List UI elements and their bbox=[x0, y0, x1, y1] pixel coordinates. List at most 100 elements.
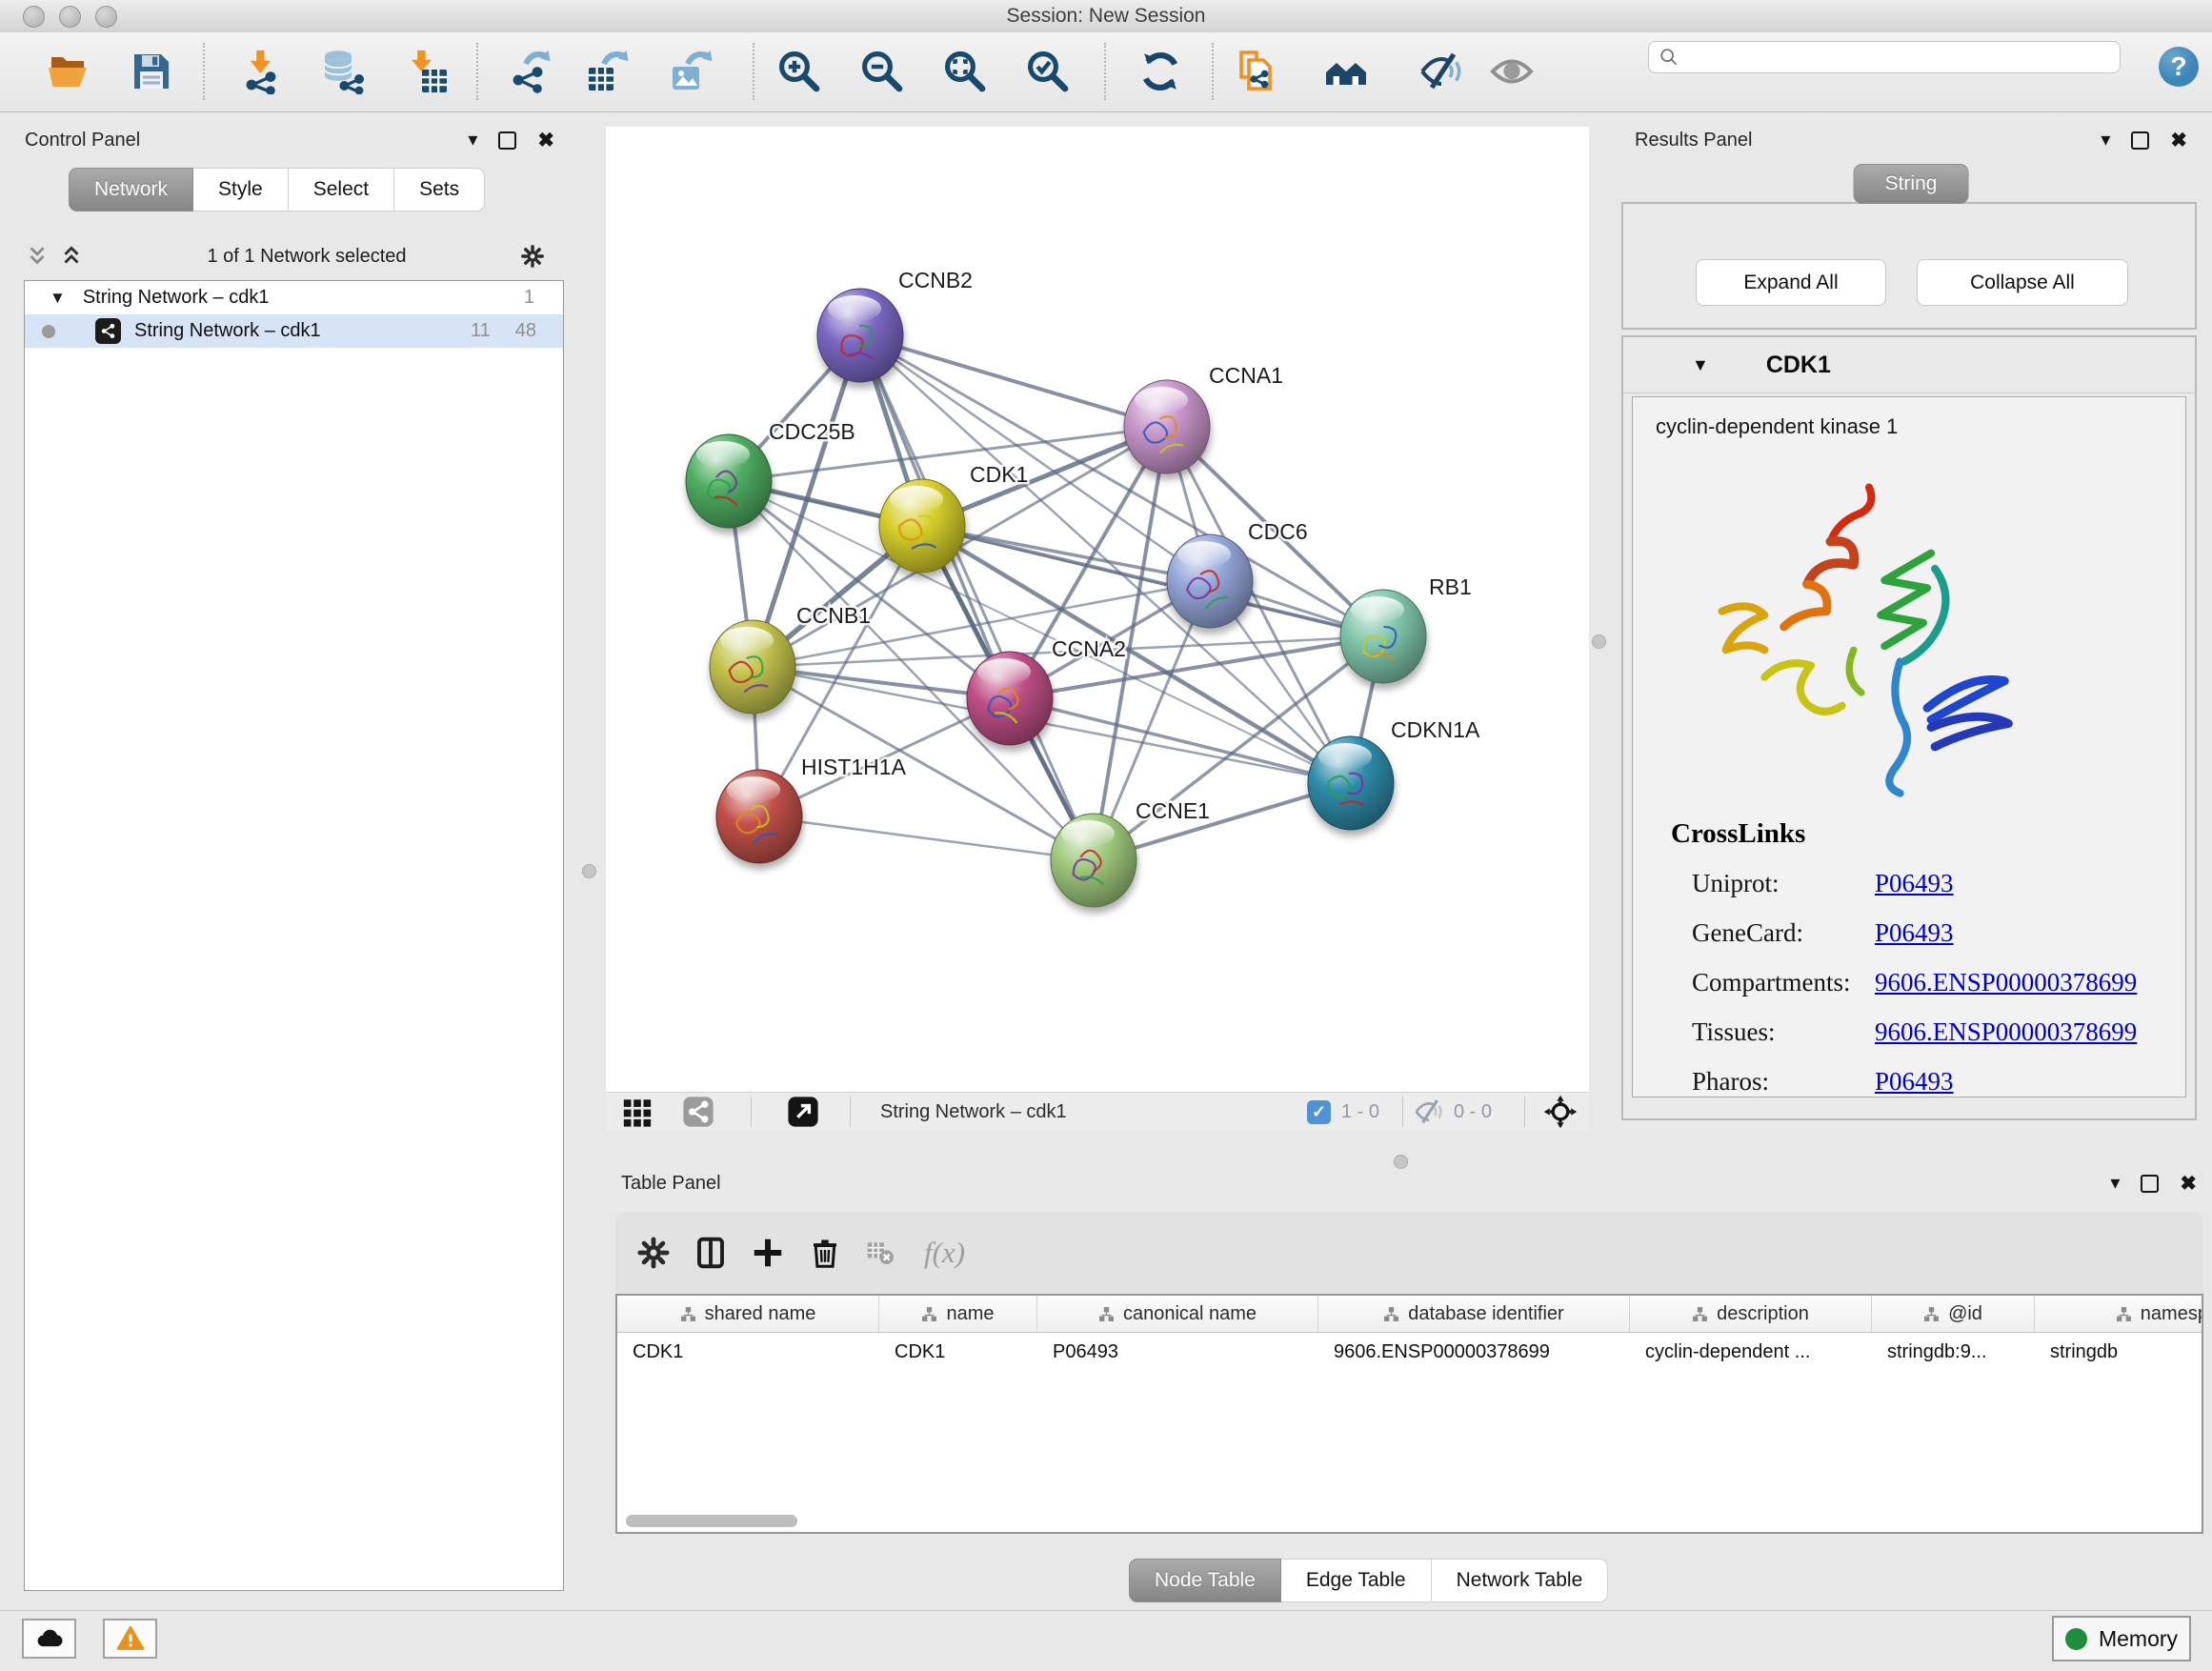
tab-network[interactable]: Network bbox=[69, 168, 193, 211]
warnings-button[interactable] bbox=[103, 1619, 157, 1659]
selected-checkbox-icon[interactable]: ✓ bbox=[1307, 1093, 1331, 1131]
column-header-namespace[interactable]: namespace bbox=[2035, 1296, 2203, 1332]
column-header-name[interactable]: name bbox=[879, 1296, 1037, 1332]
create-column-plus-icon[interactable] bbox=[751, 1236, 785, 1270]
function-builder-button[interactable]: f(x) bbox=[924, 1236, 965, 1270]
search-field[interactable] bbox=[1648, 41, 2121, 73]
table-cell[interactable]: 9606.ENSP00000378699 bbox=[1318, 1341, 1630, 1363]
import-network-button[interactable] bbox=[238, 49, 284, 94]
zoom-window-button[interactable] bbox=[95, 6, 117, 28]
network-options-gear-icon[interactable] bbox=[520, 244, 545, 269]
zoom-out-button[interactable] bbox=[859, 49, 905, 94]
memory-button[interactable]: Memory bbox=[2052, 1616, 2191, 1661]
crosslink-value-link[interactable]: P06493 bbox=[1875, 1067, 1954, 1097]
close-window-button[interactable] bbox=[23, 6, 45, 28]
close-panel-icon[interactable]: ✖ bbox=[2180, 1174, 2197, 1194]
protein-card-header[interactable]: ▼ CDK1 bbox=[1623, 337, 2195, 393]
hidden-eye-slash-icon[interactable] bbox=[1414, 1093, 1444, 1131]
grid-view-button[interactable] bbox=[621, 1093, 654, 1131]
network-node-CDKN1A[interactable]: CDKN1A bbox=[1308, 717, 1480, 830]
protein-expander-icon[interactable]: ▼ bbox=[1692, 355, 1709, 375]
expand-all-button[interactable]: Expand All bbox=[1696, 259, 1886, 306]
tab-network-table[interactable]: Network Table bbox=[1432, 1559, 1609, 1602]
horizontal-scrollbar-thumb[interactable] bbox=[626, 1515, 797, 1527]
cloud-status-button[interactable] bbox=[22, 1619, 76, 1659]
network-canvas[interactable]: CCNB2CCNA1CDC25BCDK1CDC6RB1CCNB1CCNA2CDK… bbox=[606, 127, 1589, 1092]
table-cell[interactable]: cyclin-dependent ... bbox=[1630, 1341, 1872, 1363]
search-input[interactable] bbox=[1687, 46, 2110, 69]
open-in-browser-button[interactable] bbox=[787, 1093, 819, 1131]
right-splitter-handle[interactable] bbox=[1592, 634, 1606, 649]
collapse-panel-icon[interactable]: ▾ bbox=[468, 131, 477, 150]
collapse-panel-icon[interactable]: ▾ bbox=[2110, 1174, 2120, 1193]
column-header-@id[interactable]: @id bbox=[1872, 1296, 2035, 1332]
table-row[interactable]: CDK1CDK1P064939606.ENSP00000378699cyclin… bbox=[617, 1333, 2202, 1371]
export-network-button[interactable] bbox=[507, 49, 553, 94]
collapse-panel-icon[interactable]: ▾ bbox=[2101, 131, 2110, 150]
network-share-view-button[interactable] bbox=[682, 1093, 714, 1131]
export-image-button[interactable] bbox=[669, 49, 714, 94]
show-all-button[interactable] bbox=[1489, 49, 1535, 94]
zoom-in-button[interactable] bbox=[776, 49, 822, 94]
collapse-all-networks-icon[interactable] bbox=[59, 244, 84, 269]
zoom-selected-button[interactable] bbox=[1025, 49, 1071, 94]
tab-style[interactable]: Style bbox=[193, 168, 289, 211]
help-button[interactable]: ? bbox=[2159, 47, 2199, 87]
apply-layout-button[interactable] bbox=[1137, 49, 1183, 94]
crosslink-value-link[interactable]: 9606.ENSP00000378699 bbox=[1875, 1017, 2137, 1047]
refresh-icon bbox=[1137, 49, 1183, 94]
network-edges[interactable] bbox=[729, 335, 1383, 860]
expand-all-networks-icon[interactable] bbox=[25, 244, 50, 269]
network-node-CCNA1[interactable]: CCNA1 bbox=[1124, 363, 1283, 473]
column-header-description[interactable]: description bbox=[1630, 1296, 1872, 1332]
tab-string[interactable]: String bbox=[1854, 164, 1969, 204]
float-panel-icon[interactable] bbox=[2131, 131, 2149, 150]
export-table-button[interactable] bbox=[585, 49, 631, 94]
first-neighbors-button[interactable] bbox=[1323, 49, 1369, 94]
network-node-CDK1[interactable]: CDK1 bbox=[879, 462, 1028, 573]
crosslink-value-link[interactable]: 9606.ENSP00000378699 bbox=[1875, 968, 2137, 997]
left-splitter-handle[interactable] bbox=[582, 864, 596, 878]
tab-node-table[interactable]: Node Table bbox=[1129, 1559, 1281, 1602]
network-node-HIST1H1A[interactable]: HIST1H1A bbox=[716, 755, 907, 863]
import-table-button[interactable] bbox=[405, 49, 451, 94]
float-panel-icon[interactable] bbox=[498, 131, 516, 150]
open-session-button[interactable] bbox=[46, 49, 91, 94]
save-session-button[interactable] bbox=[129, 49, 174, 94]
tab-edge-table[interactable]: Edge Table bbox=[1281, 1559, 1432, 1602]
export-network-icon bbox=[507, 49, 553, 94]
birds-eye-view-button[interactable] bbox=[1543, 1093, 1578, 1131]
network-node-CDC25B[interactable]: CDC25B bbox=[686, 419, 855, 528]
hide-selected-button[interactable] bbox=[1418, 49, 1464, 94]
network-node-RB1[interactable]: RB1 bbox=[1340, 574, 1472, 683]
table-cell[interactable]: P06493 bbox=[1037, 1341, 1318, 1363]
crosslink-value-link[interactable]: P06493 bbox=[1875, 869, 1954, 898]
minimize-window-button[interactable] bbox=[59, 6, 81, 28]
table-options-gear-icon[interactable] bbox=[636, 1236, 671, 1270]
duplicate-network-button[interactable] bbox=[1236, 49, 1281, 94]
zoom-fit-button[interactable] bbox=[942, 49, 988, 94]
crosslink-value-link[interactable]: P06493 bbox=[1875, 918, 1954, 948]
clear-table-icon[interactable] bbox=[865, 1238, 895, 1268]
close-panel-icon[interactable]: ✖ bbox=[2170, 131, 2187, 151]
close-panel-icon[interactable]: ✖ bbox=[537, 131, 554, 151]
float-panel-icon[interactable] bbox=[2141, 1175, 2159, 1193]
tab-sets[interactable]: Sets bbox=[394, 168, 485, 211]
table-cell[interactable]: stringdb bbox=[2035, 1341, 2203, 1363]
column-header-canonical-name[interactable]: canonical name bbox=[1037, 1296, 1318, 1332]
show-columns-icon[interactable] bbox=[694, 1236, 728, 1270]
network-row-selected[interactable]: String Network – cdk1 11 48 bbox=[25, 314, 563, 348]
table-cell[interactable]: CDK1 bbox=[879, 1341, 1037, 1363]
delete-column-trash-icon[interactable] bbox=[808, 1236, 842, 1270]
import-network-from-database-button[interactable] bbox=[319, 49, 365, 94]
network-collection-row[interactable]: ▼ String Network – cdk1 1 bbox=[25, 281, 563, 314]
network-graph[interactable]: CCNB2CCNA1CDC25BCDK1CDC6RB1CCNB1CCNA2CDK… bbox=[606, 127, 1589, 1092]
tab-select[interactable]: Select bbox=[289, 168, 394, 211]
column-header-database-identifier[interactable]: database identifier bbox=[1318, 1296, 1630, 1332]
table-cell[interactable]: CDK1 bbox=[617, 1341, 879, 1363]
table-cell[interactable]: stringdb:9... bbox=[1872, 1341, 2035, 1363]
network-node-CCNB2[interactable]: CCNB2 bbox=[817, 268, 973, 382]
collection-expander-icon[interactable]: ▼ bbox=[50, 289, 66, 308]
column-header-shared-name[interactable]: shared name bbox=[617, 1296, 879, 1332]
collapse-all-button[interactable]: Collapse All bbox=[1917, 259, 2128, 306]
